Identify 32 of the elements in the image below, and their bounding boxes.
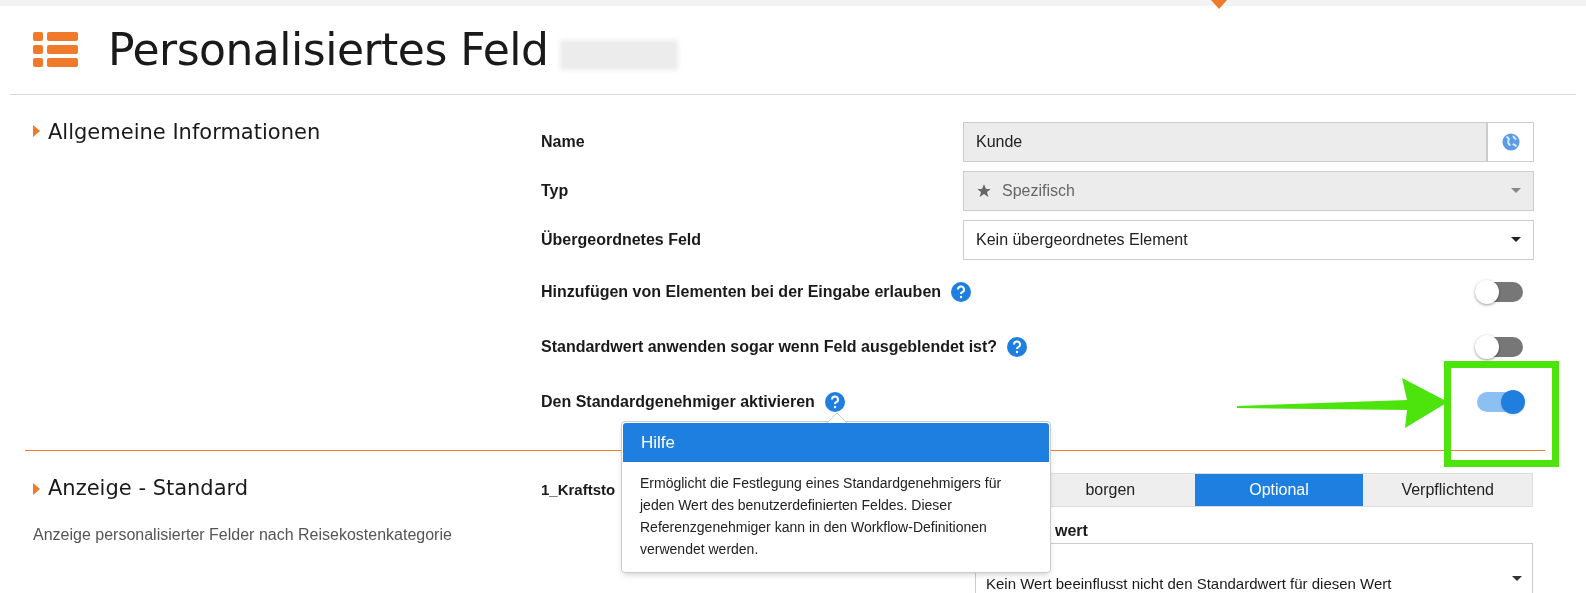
field-label: 1_Kraftsto <box>541 481 616 498</box>
section-description: Anzeige personalisierter Felder nach Reisekostenkategorie <box>33 524 453 545</box>
segment-option[interactable]: Verpflichtend <box>1363 474 1532 506</box>
caret-right-icon <box>33 482 40 495</box>
field-label: wert <box>1055 522 1088 539</box>
caret-down-icon <box>1511 187 1521 194</box>
field-label: Typ <box>541 180 570 201</box>
segment-option[interactable]: Optional <box>1194 474 1364 506</box>
field-label: Den Standardgenehmiger aktivieren <box>541 391 815 412</box>
section-title: Anzeige - Standard <box>48 475 249 502</box>
field-label: Übergeordnetes Feld <box>541 229 703 250</box>
select-field[interactable]: Kein übergeordnetes Element <box>963 219 1534 260</box>
help-icon[interactable] <box>1007 336 1028 357</box>
field-label: Hinzufügen von Elementen bei der Eingabe erlauben <box>541 281 942 302</box>
section-title: Allgemeine Informationen <box>48 119 321 146</box>
help-icon[interactable] <box>951 281 972 302</box>
popover-title: Hilfe <box>623 423 1049 462</box>
list-icon <box>33 32 78 68</box>
globe-button[interactable] <box>1487 121 1534 162</box>
toggle-switch[interactable] <box>1475 334 1525 359</box>
globe-icon <box>1501 132 1520 151</box>
caret-right-icon <box>33 125 40 137</box>
caret-down-icon <box>1511 236 1521 243</box>
help-icon[interactable] <box>824 391 845 412</box>
toggle-switch[interactable] <box>1475 279 1525 304</box>
field-label: Standardwert anwenden sogar wenn Feld ausgeblendet ist? <box>541 336 998 357</box>
field-label: Name <box>541 131 586 152</box>
star-icon <box>976 182 992 199</box>
page-title: Personalisiertes Feld <box>108 23 549 77</box>
caret-down-icon <box>1512 576 1522 582</box>
toggle-switch[interactable] <box>1475 389 1525 414</box>
caret-icon <box>1211 0 1227 10</box>
